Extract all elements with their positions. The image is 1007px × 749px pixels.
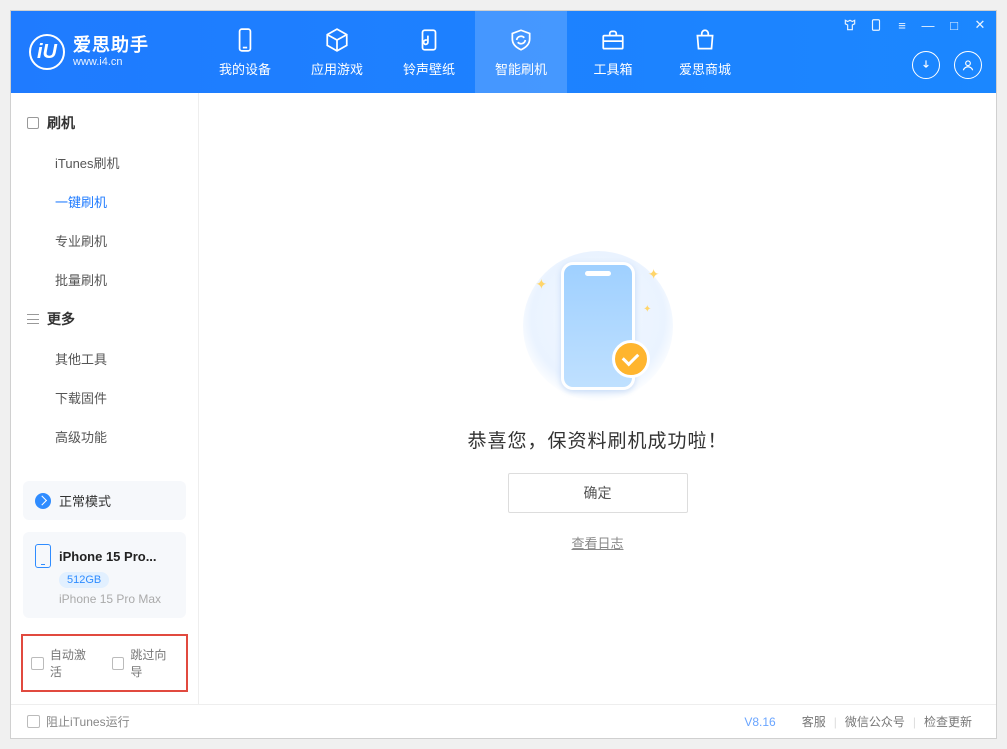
- header-actions: [912, 51, 982, 79]
- sidebar-item-itunes[interactable]: iTunes刷机: [11, 143, 198, 182]
- footer-link-wechat[interactable]: 微信公众号: [845, 713, 905, 730]
- sidebar-item-oneclick[interactable]: 一键刷机: [11, 182, 198, 221]
- ok-button[interactable]: 确定: [508, 473, 688, 513]
- brand-name: 爱思助手: [73, 36, 149, 56]
- minimize-icon[interactable]: ―: [920, 17, 936, 33]
- checkbox-icon: [31, 657, 44, 670]
- music-icon: [416, 27, 442, 53]
- footer: 阻止iTunes运行 V8.16 客服 | 微信公众号 | 检查更新: [11, 704, 996, 738]
- toolbox-icon: [600, 27, 626, 53]
- window-controls: ≡ ― □ ✕: [842, 17, 988, 33]
- device-name: iPhone 15 Pro...: [59, 549, 157, 564]
- tab-store[interactable]: 爱思商城: [659, 11, 751, 93]
- tab-device[interactable]: 我的设备: [199, 11, 291, 93]
- tab-label: 智能刷机: [495, 59, 547, 78]
- sidebar-item-firmware[interactable]: 下载固件: [11, 378, 198, 417]
- sidebar-item-pro[interactable]: 专业刷机: [11, 221, 198, 260]
- tab-label: 铃声壁纸: [403, 59, 455, 78]
- maximize-icon[interactable]: □: [946, 17, 962, 33]
- main-content: ✦ ✦ ✦ 恭喜您，保资料刷机成功啦！ 确定 查看日志: [199, 93, 996, 704]
- view-log-link[interactable]: 查看日志: [571, 533, 623, 552]
- sidebar: 刷机 iTunes刷机 一键刷机 专业刷机 批量刷机 更多 其他工具 下载固件 …: [11, 93, 199, 704]
- sidebar-item-advanced[interactable]: 高级功能: [11, 417, 198, 456]
- footer-link-update[interactable]: 检查更新: [924, 713, 972, 730]
- check-circle-icon: [35, 493, 51, 509]
- checkbox-skip-guide[interactable]: 跳过向导: [112, 646, 179, 680]
- menu-icon[interactable]: ≡: [894, 17, 910, 33]
- brand: 爱思助手 www.i4.cn: [11, 11, 199, 93]
- device-icon: [35, 544, 51, 568]
- storage-badge: 512GB: [59, 572, 109, 588]
- sidebar-section-flash[interactable]: 刷机: [11, 103, 198, 143]
- phone-icon: [232, 27, 258, 53]
- checkbox-icon: [27, 715, 40, 728]
- brand-url: www.i4.cn: [73, 56, 149, 68]
- feedback-icon[interactable]: [868, 17, 884, 33]
- sparkle-icon: ✦: [536, 276, 548, 293]
- device-card[interactable]: iPhone 15 Pro... 512GB iPhone 15 Pro Max: [23, 532, 186, 618]
- sidebar-item-other[interactable]: 其他工具: [11, 339, 198, 378]
- tab-label: 工具箱: [593, 59, 632, 78]
- options-row: 自动激活 跳过向导: [21, 634, 188, 692]
- tab-label: 应用游戏: [311, 59, 363, 78]
- success-check-icon: [612, 340, 650, 378]
- tab-flash[interactable]: 智能刷机: [475, 11, 567, 93]
- app-window: 爱思助手 www.i4.cn 我的设备 应用游戏 铃声壁纸 智能刷机: [10, 10, 997, 739]
- sparkle-icon: ✦: [643, 304, 651, 315]
- square-icon: [27, 117, 39, 129]
- checkbox-auto-activate[interactable]: 自动激活: [31, 646, 98, 680]
- device-model: iPhone 15 Pro Max: [59, 592, 161, 606]
- tab-ring[interactable]: 铃声壁纸: [383, 11, 475, 93]
- close-icon[interactable]: ✕: [972, 17, 988, 33]
- mode-label: 正常模式: [59, 491, 111, 510]
- titlebar: 爱思助手 www.i4.cn 我的设备 应用游戏 铃声壁纸 智能刷机: [11, 11, 996, 93]
- success-illustration: ✦ ✦ ✦: [518, 246, 678, 406]
- brand-logo-icon: [29, 34, 65, 70]
- tab-label: 爱思商城: [679, 59, 731, 78]
- checkbox-block-itunes[interactable]: 阻止iTunes运行: [27, 713, 130, 730]
- footer-link-support[interactable]: 客服: [802, 713, 826, 730]
- tab-label: 我的设备: [219, 59, 271, 78]
- version-label: V8.16: [744, 715, 775, 729]
- sidebar-section-more[interactable]: 更多: [11, 299, 198, 339]
- body: 刷机 iTunes刷机 一键刷机 专业刷机 批量刷机 更多 其他工具 下载固件 …: [11, 93, 996, 704]
- mode-card[interactable]: 正常模式: [23, 481, 186, 520]
- sidebar-item-batch[interactable]: 批量刷机: [11, 260, 198, 299]
- checkbox-icon: [112, 657, 125, 670]
- tab-tools[interactable]: 工具箱: [567, 11, 659, 93]
- bag-icon: [692, 27, 718, 53]
- cube-icon: [324, 27, 350, 53]
- sparkle-icon: ✦: [648, 266, 660, 283]
- refresh-shield-icon: [508, 27, 534, 53]
- skin-icon[interactable]: [842, 17, 858, 33]
- success-message: 恭喜您，保资料刷机成功啦！: [467, 426, 727, 453]
- download-icon[interactable]: [912, 51, 940, 79]
- tab-apps[interactable]: 应用游戏: [291, 11, 383, 93]
- list-icon: [27, 314, 39, 324]
- user-icon[interactable]: [954, 51, 982, 79]
